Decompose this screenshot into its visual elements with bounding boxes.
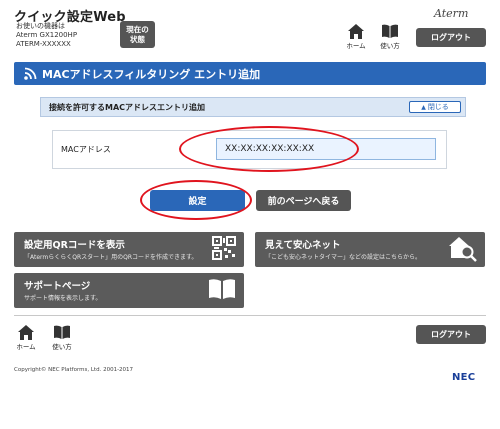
copyright-text: Copyright© NEC Platforms, Ltd. 2001-2017 — [14, 367, 134, 373]
wifi-icon — [24, 67, 37, 80]
nec-logo: NEC — [452, 372, 476, 383]
device-id: ATERM-XXXXXX — [16, 40, 71, 48]
section-title: MACアドレスフィルタリング エントリ追加 — [42, 67, 261, 81]
book-icon — [54, 325, 70, 339]
qr-code-icon — [212, 236, 236, 260]
brand-logo: Aterm — [434, 7, 469, 20]
close-panel-button[interactable]: ▲ 閉じる — [409, 101, 461, 113]
help-nav-button-footer[interactable]: 使い方 — [48, 325, 76, 351]
support-tile-title: サポートページ — [24, 281, 91, 292]
support-tile[interactable]: サポートページ サポート情報を表示します。 — [14, 273, 244, 308]
safe-net-tile[interactable]: 見えて安心ネット 「こども安心ネットタイマー」などの設定はこちらから。 — [255, 232, 485, 267]
help-nav-button[interactable]: 使い方 — [376, 24, 404, 50]
safe-net-tile-title: 見えて安心ネット — [265, 240, 341, 251]
help-nav-footer-label: 使い方 — [52, 343, 72, 351]
status-button-label-2: 状態 — [130, 34, 145, 44]
status-button[interactable]: 現在の 状態 — [120, 21, 155, 48]
annotation-ring-input — [179, 126, 359, 172]
home-nav-button[interactable]: ホーム — [342, 24, 370, 50]
home-icon — [348, 24, 364, 39]
home-nav-label: ホーム — [346, 42, 366, 50]
logout-button-footer[interactable]: ログアウト — [416, 325, 486, 344]
status-button-label-1: 現在の — [126, 24, 149, 34]
help-nav-label: 使い方 — [380, 42, 400, 50]
book-icon — [209, 279, 235, 299]
book-icon — [382, 24, 398, 38]
home-nav-button-footer[interactable]: ホーム — [12, 325, 40, 351]
close-panel-label: 閉じる — [427, 103, 449, 111]
device-model: Aterm GX1200HP — [16, 31, 78, 39]
footer-divider — [14, 315, 486, 316]
panel-header: 接続を許可するMACアドレスエントリ追加 ▲ 閉じる — [40, 97, 466, 117]
support-tile-description: サポート情報を表示します。 — [24, 295, 102, 302]
home-nav-footer-label: ホーム — [16, 343, 36, 351]
logout-button[interactable]: ログアウト — [416, 28, 486, 47]
safe-net-tile-description: 「こども安心ネットタイマー」などの設定はこちらから。 — [265, 254, 422, 261]
section-title-bar: MACアドレスフィルタリング エントリ追加 — [14, 62, 486, 85]
home-icon — [18, 325, 34, 340]
qr-code-tile-description: 「AtermらくらくQRスタート」用のQRコードを作成できます。 — [24, 254, 198, 261]
mac-address-label: MACアドレス — [61, 145, 111, 154]
panel-title: 接続を許可するMACアドレスエントリ追加 — [49, 102, 206, 112]
qr-code-tile-title: 設定用QRコードを表示 — [24, 240, 125, 251]
house-search-icon — [449, 237, 477, 262]
chevron-up-icon: ▲ — [421, 103, 426, 111]
qr-code-tile[interactable]: 設定用QRコードを表示 「AtermらくらくQRスタート」用のQRコードを作成で… — [14, 232, 244, 267]
device-label: お使いの機器は — [16, 22, 65, 30]
back-button[interactable]: 前のページへ戻る — [256, 190, 351, 211]
annotation-ring-set-button — [140, 180, 252, 220]
